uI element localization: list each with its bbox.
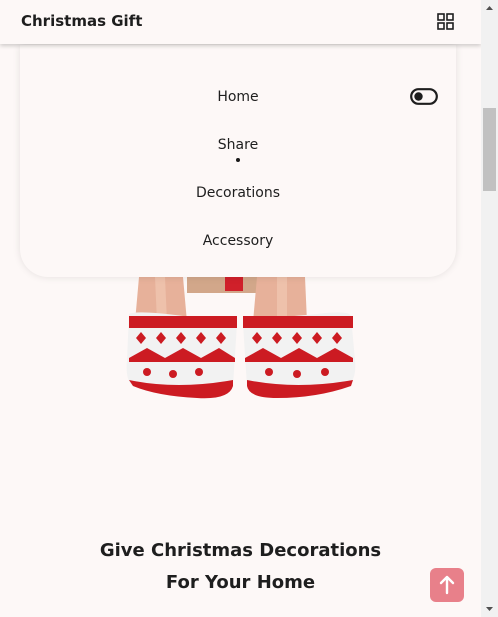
home-title: Give Christmas Decorations For Your Home [0,535,481,599]
nav-menu: Home Share Decorations Accessory [20,45,456,277]
page: Christmas Gift Home Share Decorations Ac… [0,0,481,617]
nav-item-decorations[interactable]: Decorations [20,185,456,201]
scrollbar[interactable] [481,0,498,617]
logo[interactable]: Christmas Gift [21,12,142,30]
home-title-line1: Give Christmas Decorations [99,540,382,561]
header: Christmas Gift [0,0,481,44]
active-indicator [236,158,240,162]
nav-item-home[interactable]: Home [20,89,456,105]
grid-icon[interactable] [437,13,454,30]
nav-item-share[interactable]: Share [20,137,456,153]
scroll-up-arrow-icon[interactable] [481,0,498,17]
nav-item-accessory[interactable]: Accessory [20,233,456,249]
toggle-icon[interactable] [410,88,438,105]
scrollbar-thumb[interactable] [483,108,496,191]
scroll-up-button[interactable] [430,568,464,602]
scroll-down-arrow-icon[interactable] [481,600,498,617]
home-title-line2: For Your Home [165,572,316,593]
arrow-up-icon [439,575,455,595]
